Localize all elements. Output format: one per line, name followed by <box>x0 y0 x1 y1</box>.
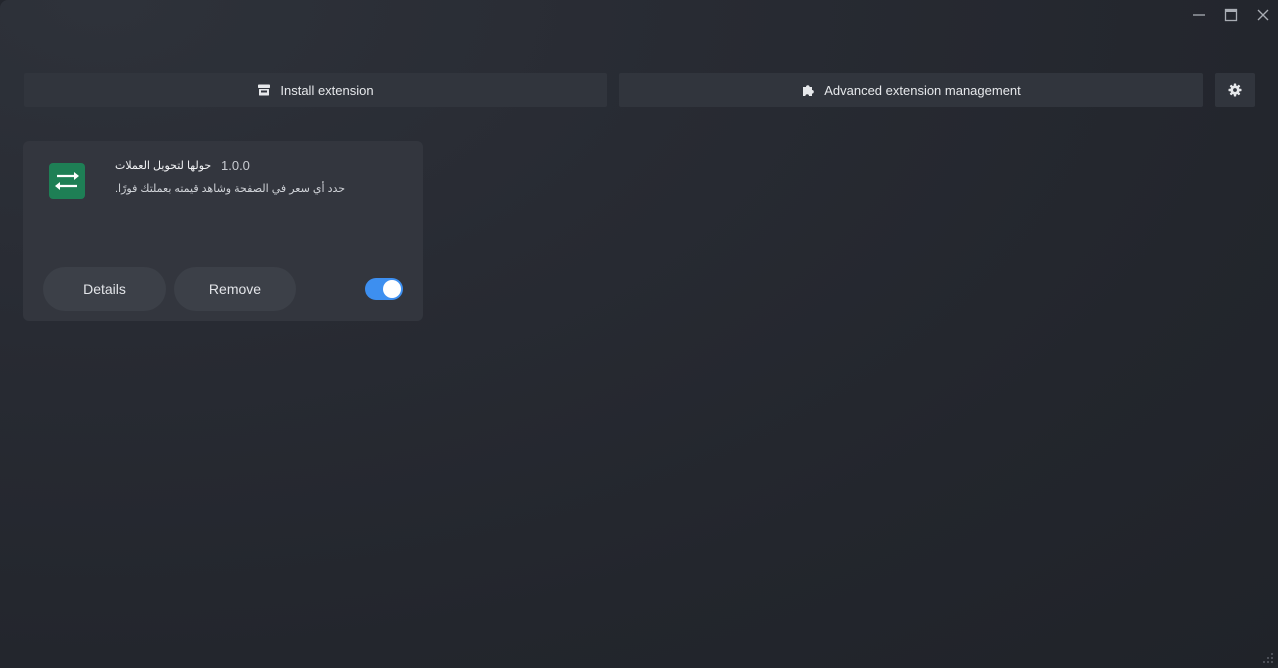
minimize-button[interactable] <box>1186 4 1212 26</box>
close-button[interactable] <box>1250 4 1276 26</box>
puzzle-icon <box>803 85 815 96</box>
toggle-knob <box>383 280 401 298</box>
extensions-window: Install extension Advanced extension man… <box>0 0 1278 668</box>
close-icon <box>1257 9 1269 21</box>
minimize-icon <box>1193 14 1205 16</box>
details-button[interactable]: Details <box>43 267 166 311</box>
extension-name: حولها لتحويل العملات <box>115 160 212 172</box>
gear-icon <box>1228 83 1242 97</box>
settings-button[interactable] <box>1215 73 1255 107</box>
swap-arrows-icon <box>55 172 79 190</box>
maximize-icon <box>1224 8 1238 22</box>
install-extension-button[interactable]: Install extension <box>24 73 607 107</box>
extension-description: حدد أي سعر في الصفحة وشاهد قيمته بعملتك … <box>115 183 346 195</box>
remove-button[interactable]: Remove <box>174 267 296 311</box>
enable-toggle[interactable] <box>365 278 403 300</box>
maximize-button[interactable] <box>1218 4 1244 26</box>
advanced-extension-management-label: Advanced extension management <box>824 82 1021 98</box>
extension-version: 1.0.0 <box>221 158 250 173</box>
advanced-extension-management-button[interactable]: Advanced extension management <box>619 73 1203 107</box>
install-extension-label: Install extension <box>280 82 374 98</box>
resize-grip-icon[interactable] <box>1260 650 1274 664</box>
extension-icon <box>49 163 85 199</box>
extension-card: حولها لتحويل العملات 1.0.0 حدد أي سعر في… <box>23 141 423 321</box>
store-icon <box>258 84 271 96</box>
